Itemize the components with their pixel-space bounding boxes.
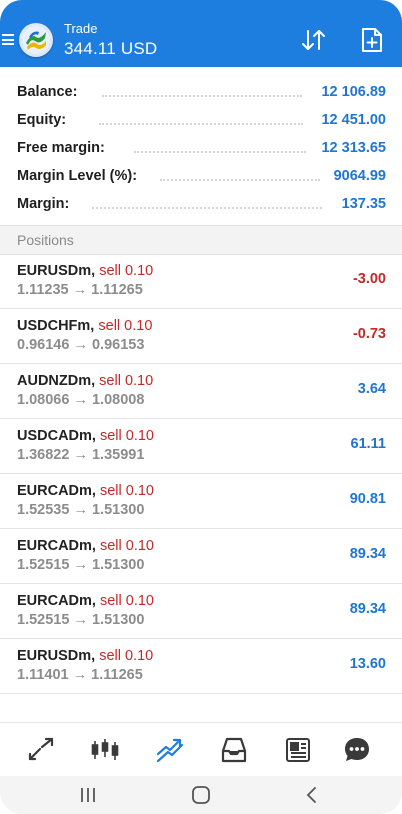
summary-row-margin: Margin: 137.35 [0, 189, 402, 217]
summary-label: Equity: [17, 112, 67, 128]
position-prices: 0.96146 → 0.96153 [17, 337, 145, 353]
quotes-icon[interactable] [26, 735, 56, 765]
position-side: sell 0.10 [99, 648, 154, 664]
chat-icon[interactable] [342, 735, 372, 765]
summary-label: Margin Level (%): [17, 168, 138, 184]
summary-value: 9064.99 [333, 168, 386, 184]
position-prices: 1.52515 → 1.51300 [17, 557, 145, 573]
chart-icon[interactable] [90, 735, 120, 765]
positions-section-header: Positions [0, 225, 402, 255]
screen: Trade 344.11 USD Balance: 12 106.89 Equi… [0, 0, 402, 814]
position-symbol: USDCADm, [17, 428, 96, 444]
menu-icon[interactable] [2, 34, 14, 45]
summary-row-equity: Equity: 12 451.00 [0, 105, 402, 133]
position-row[interactable]: EURCADm, sell 0.10 1.52515 → 1.51300 89.… [0, 529, 402, 584]
account-summary: Balance: 12 106.89 Equity: 12 451.00 Fre… [0, 67, 402, 225]
position-title: EURCADm, sell 0.10 [17, 483, 154, 499]
position-title: USDCADm, sell 0.10 [17, 428, 154, 444]
position-side: sell 0.10 [99, 373, 154, 389]
position-row[interactable]: EURUSDm, sell 0.10 1.11235 → 1.11265 -3.… [0, 254, 402, 309]
news-icon[interactable] [283, 735, 313, 765]
position-row[interactable]: USDCADm, sell 0.10 1.36822 → 1.35991 61.… [0, 419, 402, 474]
position-symbol: EURCADm, [17, 483, 96, 499]
position-side: sell 0.10 [99, 263, 154, 279]
page-title: Trade [64, 21, 98, 36]
position-row[interactable]: EURCADm, sell 0.10 1.52535 → 1.51300 90.… [0, 474, 402, 529]
dotted-leader [102, 95, 302, 97]
summary-row-free-margin: Free margin: 12 313.65 [0, 133, 402, 161]
position-profit: 90.81 [349, 491, 386, 507]
position-title: EURCADm, sell 0.10 [17, 538, 154, 554]
position-title: EURUSDm, sell 0.10 [17, 263, 153, 279]
history-icon[interactable] [219, 735, 249, 765]
summary-row-balance: Balance: 12 106.89 [0, 77, 402, 105]
position-prices: 1.36822 → 1.35991 [17, 447, 145, 463]
position-prices: 1.08066 → 1.08008 [17, 392, 145, 408]
summary-row-margin-level: Margin Level (%): 9064.99 [0, 161, 402, 189]
position-side: sell 0.10 [99, 538, 154, 554]
summary-label: Margin: [17, 196, 70, 212]
position-prices: 1.11401 → 1.11265 [17, 667, 143, 683]
position-title: AUDNZDm, sell 0.10 [17, 373, 153, 389]
metatrader-logo [19, 23, 53, 57]
position-row[interactable]: EURCADm, sell 0.10 1.52515 → 1.51300 89.… [0, 584, 402, 639]
summary-value: 12 106.89 [321, 84, 386, 100]
position-row[interactable]: EURUSDm, sell 0.10 1.11401 → 1.11265 13.… [0, 639, 402, 694]
position-row[interactable]: USDCHFm, sell 0.10 0.96146 → 0.96153 -0.… [0, 309, 402, 364]
position-symbol: EURUSDm, [17, 263, 96, 279]
position-profit: -0.73 [352, 326, 386, 342]
position-title: USDCHFm, sell 0.10 [17, 318, 152, 334]
system-nav-bar [0, 776, 402, 814]
position-prices: 1.52515 → 1.51300 [17, 612, 145, 628]
trade-icon[interactable] [155, 735, 185, 765]
position-title: EURCADm, sell 0.10 [17, 593, 154, 609]
position-prices: 1.11235 → 1.11265 [17, 282, 143, 298]
position-side: sell 0.10 [99, 428, 154, 444]
recents-icon[interactable] [76, 785, 100, 805]
position-symbol: EURCADm, [17, 593, 96, 609]
position-profit: 89.34 [349, 601, 386, 617]
back-icon[interactable] [300, 785, 324, 805]
position-row[interactable]: AUDNZDm, sell 0.10 1.08066 → 1.08008 3.6… [0, 364, 402, 419]
dotted-leader [160, 179, 320, 181]
position-side: sell 0.10 [98, 318, 153, 334]
new-order-icon[interactable] [360, 27, 384, 53]
summary-value: 12 313.65 [321, 140, 386, 156]
dotted-leader [134, 151, 306, 153]
summary-value: 137.35 [341, 196, 386, 212]
summary-value: 12 451.00 [321, 112, 386, 128]
dotted-leader [92, 207, 322, 209]
app-bar: Trade 344.11 USD [0, 12, 402, 67]
dotted-leader [99, 123, 303, 125]
profit-subtitle: 344.11 USD [64, 39, 158, 58]
position-side: sell 0.10 [99, 593, 154, 609]
section-label: Positions [17, 232, 74, 248]
position-side: sell 0.10 [99, 483, 154, 499]
position-profit: 3.64 [357, 381, 386, 397]
position-profit: 13.60 [349, 656, 386, 672]
position-symbol: EURCADm, [17, 538, 96, 554]
sort-icon[interactable] [300, 27, 328, 53]
position-title: EURUSDm, sell 0.10 [17, 648, 153, 664]
position-symbol: AUDNZDm, [17, 373, 96, 389]
home-icon[interactable] [189, 785, 213, 805]
position-profit: 89.34 [349, 546, 386, 562]
status-bar [0, 0, 402, 12]
summary-label: Free margin: [17, 140, 105, 156]
position-profit: 61.11 [350, 436, 387, 452]
bottom-toolbar [0, 722, 402, 777]
position-profit: -3.00 [352, 271, 386, 287]
summary-label: Balance: [17, 84, 78, 100]
position-symbol: USDCHFm, [17, 318, 95, 334]
position-symbol: EURUSDm, [17, 648, 96, 664]
position-prices: 1.52535 → 1.51300 [17, 502, 145, 518]
